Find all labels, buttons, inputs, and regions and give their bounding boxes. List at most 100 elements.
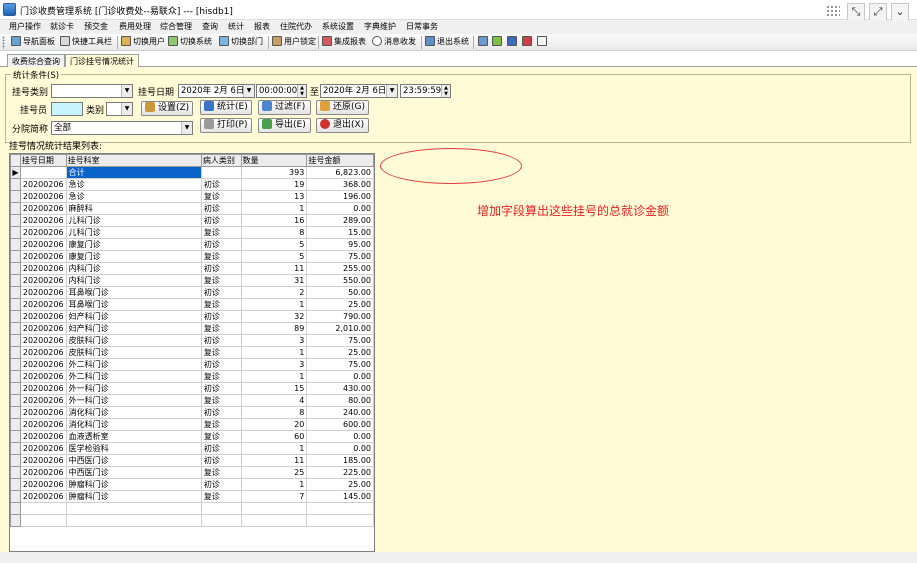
table-row[interactable]: 20200206 耳鼻喉门诊 初诊 2 50.00 [10, 286, 374, 299]
menu-user-ops[interactable]: 用户操作 [9, 21, 41, 32]
table-row[interactable]: 20200206 儿科门诊 初诊 16 289.00 [10, 214, 374, 227]
menu-deposit[interactable]: 预交金 [84, 21, 108, 32]
grid-icon[interactable] [826, 5, 840, 18]
export-button[interactable]: 导出(E) [258, 118, 311, 133]
chevron-down-icon[interactable]: ▼ [121, 85, 132, 97]
plugin-icon [492, 36, 502, 46]
table-row[interactable]: 20200206 妇产科门诊 初诊 32 790.00 [10, 310, 374, 323]
registrar-input[interactable] [51, 102, 83, 116]
menu-card[interactable]: 就诊卡 [50, 21, 74, 32]
time-to-input[interactable]: 23:59:59 ▲ ▼ [400, 84, 451, 98]
menu-daily[interactable]: 日常事务 [406, 21, 438, 32]
tab-fee-query[interactable]: 收费综合查询 [7, 54, 65, 67]
chevron-down-icon[interactable]: ▼ [243, 85, 254, 97]
summary-row[interactable]: ▶ 合计 393 6,823.00 [10, 166, 374, 179]
table-row[interactable]: 20200206 外一科门诊 初诊 15 430.00 [10, 382, 374, 395]
quick-toolbar-button[interactable]: 快捷工具栏 [60, 36, 112, 49]
exit-system-button[interactable]: 退出系统 [425, 36, 469, 49]
table-row[interactable]: 20200206 耳鼻喉门诊 复诊 1 25.00 [10, 298, 374, 311]
switch-dept-button[interactable]: 切换部门 [219, 36, 263, 49]
tab-registration-stats[interactable]: 门诊挂号情况统计 [65, 54, 139, 67]
restore-icon[interactable]: ⤡ [847, 3, 865, 21]
table-row[interactable]: 20200206 肿瘤科门诊 复诊 7 145.00 [10, 490, 374, 503]
settings-button[interactable]: 设置(Z) [141, 101, 193, 116]
col-count[interactable]: 数量 [240, 154, 308, 167]
table-row[interactable]: 20200206 中西医门诊 复诊 25 225.00 [10, 466, 374, 479]
restore-button[interactable]: 还原(G) [316, 100, 369, 115]
table-row[interactable]: 20200206 康复门诊 初诊 5 95.00 [10, 238, 374, 251]
table-row[interactable]: 20200206 内科门诊 初诊 11 255.00 [10, 262, 374, 275]
results-grid[interactable]: 挂号日期 挂号科室 病人类别 数量 挂号金额 ▶ 合计 393 6,823.00… [9, 153, 375, 552]
filter-button[interactable]: 过滤(F) [258, 100, 311, 115]
toolbar-icon [60, 36, 70, 46]
table-row[interactable]: 20200206 麻醉科 初诊 1 0.00 [10, 202, 374, 215]
table-row[interactable]: 20200206 医学检验科 初诊 1 0.00 [10, 442, 374, 455]
col-reg-dept[interactable]: 挂号科室 [65, 154, 202, 167]
amount-cell: 600.00 [306, 418, 374, 431]
tag-tool-button[interactable] [522, 36, 534, 49]
plugin-tool-button[interactable] [492, 36, 504, 49]
stats-button[interactable]: 统计(E) [200, 100, 252, 115]
edit-tool-button[interactable] [478, 36, 490, 49]
date-from-picker[interactable]: 2020年 2月 6日 ▼ [178, 84, 255, 98]
integrated-report-button[interactable]: 集成报表 [322, 36, 366, 49]
table-row[interactable]: 20200206 消化科门诊 初诊 8 240.00 [10, 406, 374, 419]
row-indicator [10, 322, 21, 335]
patient-type-cell: 初诊 [200, 382, 242, 395]
menu-inpatient[interactable]: 住院代办 [280, 21, 312, 32]
row-indicator [10, 478, 21, 491]
table-row[interactable]: 20200206 康复门诊 复诊 5 75.00 [10, 250, 374, 263]
table-row[interactable]: 20200206 外一科门诊 复诊 4 80.00 [10, 394, 374, 407]
exit-button[interactable]: 退出(X) [316, 118, 369, 133]
spin-icon[interactable]: ▲ ▼ [297, 85, 306, 97]
menu-reports[interactable]: 报表 [254, 21, 270, 32]
toolbar-grip[interactable] [2, 36, 5, 49]
count-cell: 1 [240, 202, 308, 215]
print-button[interactable]: 打印(P) [200, 118, 252, 133]
table-row[interactable]: 20200206 儿科门诊 复诊 8 15.00 [10, 226, 374, 239]
table-row[interactable]: 20200206 中西医门诊 初诊 11 185.00 [10, 454, 374, 467]
chevron-down-icon[interactable]: ▼ [386, 85, 397, 97]
window-tool-button[interactable] [537, 36, 549, 49]
chevron-down-icon[interactable]: ▼ [181, 122, 192, 134]
category-label: 类别 [86, 106, 105, 116]
switch-user-button[interactable]: 切换用户 [121, 36, 165, 49]
table-row[interactable]: 20200206 血液透析室 复诊 60 0.00 [10, 430, 374, 443]
chevron-down-icon[interactable]: ⌄ [891, 3, 909, 21]
branch-select[interactable]: 全部 ▼ [51, 121, 193, 135]
check-tool-button[interactable] [507, 36, 519, 49]
menu-statistics[interactable]: 统计 [228, 21, 244, 32]
col-reg-date[interactable]: 挂号日期 [19, 154, 67, 167]
reg-type-select[interactable]: ▼ [51, 84, 133, 98]
table-row[interactable]: 20200206 急诊 复诊 13 196.00 [10, 190, 374, 203]
table-row[interactable]: 20200206 内科门诊 复诊 31 550.00 [10, 274, 374, 287]
menu-query[interactable]: 查询 [202, 21, 218, 32]
menu-fees[interactable]: 费用处理 [119, 21, 151, 32]
table-row[interactable]: 20200206 急诊 初诊 19 368.00 [10, 178, 374, 191]
amount-cell: 25.00 [306, 478, 374, 491]
col-amount[interactable]: 挂号金额 [306, 154, 374, 167]
time-from-input[interactable]: 00:00:00 ▲ ▼ [256, 84, 307, 98]
menu-general[interactable]: 综合管理 [160, 21, 192, 32]
table-row[interactable]: 20200206 皮肤科门诊 复诊 1 25.00 [10, 346, 374, 359]
table-row[interactable]: 20200206 肿瘤科门诊 初诊 1 25.00 [10, 478, 374, 491]
menu-dictionary[interactable]: 字典维护 [364, 21, 396, 32]
table-row[interactable]: 20200206 消化科门诊 复诊 20 600.00 [10, 418, 374, 431]
col-patient-type[interactable]: 病人类别 [200, 154, 242, 167]
date-to-picker[interactable]: 2020年 2月 6日 ▼ [320, 84, 398, 98]
registrar-label: 挂号员 [20, 106, 48, 116]
user-lock-button[interactable]: 用户锁定 [272, 36, 316, 49]
table-row[interactable]: 20200206 外二科门诊 初诊 3 75.00 [10, 358, 374, 371]
table-row[interactable]: 20200206 皮肤科门诊 初诊 3 75.00 [10, 334, 374, 347]
maximize-icon[interactable]: ⤢ [869, 3, 887, 21]
table-row[interactable]: 20200206 外二科门诊 复诊 1 0.00 [10, 370, 374, 383]
row-indicator [10, 346, 21, 359]
switch-system-button[interactable]: 切换系统 [168, 36, 212, 49]
spin-icon[interactable]: ▲ ▼ [441, 85, 450, 97]
nav-panel-button[interactable]: 导航面板 [11, 36, 55, 49]
table-row[interactable]: 20200206 妇产科门诊 复诊 89 2,010.00 [10, 322, 374, 335]
category-select[interactable]: ▼ [106, 102, 133, 116]
menu-settings[interactable]: 系统设置 [322, 21, 354, 32]
chevron-down-icon[interactable]: ▼ [121, 103, 132, 115]
messages-button[interactable]: 消息收发 [372, 36, 416, 49]
